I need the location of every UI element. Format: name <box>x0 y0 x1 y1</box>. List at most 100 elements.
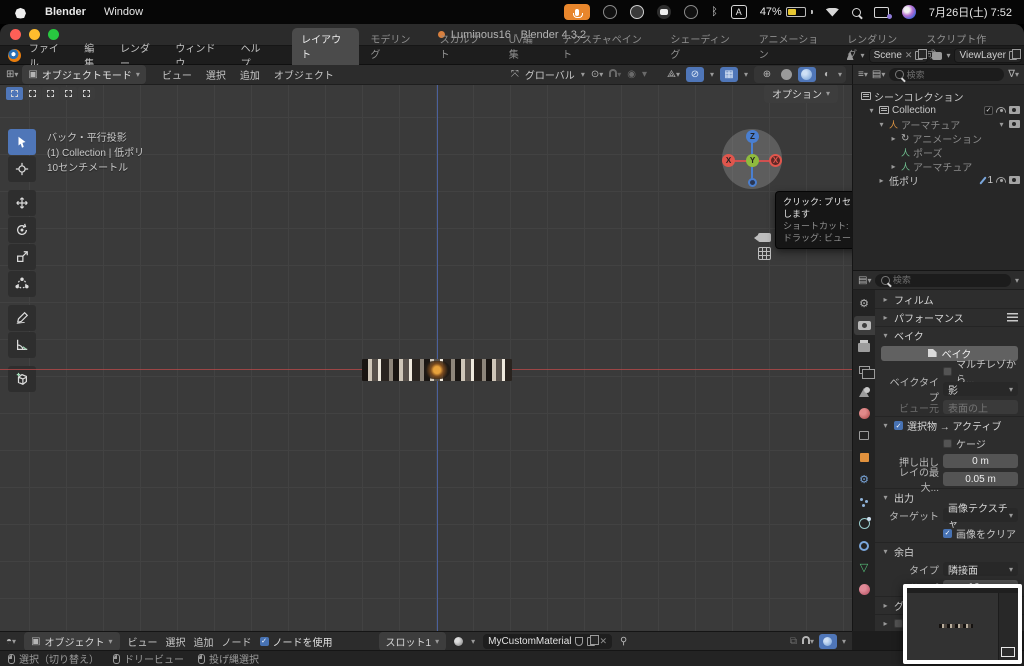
menu-bar-clock[interactable]: 7月26日(土) 7:52 <box>929 4 1012 20</box>
screen-mirroring-icon[interactable] <box>873 6 892 19</box>
shader-menu-node[interactable]: ノード <box>222 634 252 649</box>
selected-to-active-checkbox[interactable]: ✓ <box>894 421 903 430</box>
viewport-menu-object[interactable]: オブジェクト <box>274 67 334 82</box>
pin-icon[interactable]: ⚲ <box>620 636 627 647</box>
outliner-row-pose[interactable]: 人 ポーズ <box>853 145 1024 160</box>
workspace-tab-animation[interactable]: アニメーション <box>750 28 837 65</box>
outliner-row-lowpoly[interactable]: ▸ 低ポリ 1 <box>853 173 1024 188</box>
bluetooth-icon[interactable]: ᛒ <box>711 6 718 18</box>
proportional-editing-icon[interactable]: ◉ <box>627 69 636 80</box>
disable-in-render-icon[interactable] <box>1009 120 1020 128</box>
new-view-layer-icon[interactable] <box>1009 49 1021 60</box>
expand-icon[interactable]: ▸ <box>889 162 898 171</box>
gizmo-neg-x-axis[interactable]: X <box>769 154 782 167</box>
shader-menu-select[interactable]: 選択 <box>166 634 186 649</box>
props-tab-modifiers[interactable]: ⚙ <box>854 470 875 489</box>
gizmo-y-axis[interactable]: Y <box>746 154 759 167</box>
camera-view-icon[interactable] <box>754 233 771 242</box>
margin-type-dropdown[interactable]: 隣接面 ▾ <box>943 562 1018 577</box>
extrusion-slider[interactable]: 0 m <box>943 454 1018 468</box>
editor-type-3dviewport-icon[interactable]: ⊞▾ <box>6 69 18 80</box>
xray-toggle-icon[interactable]: ▦ <box>719 67 738 82</box>
max-ray-slider[interactable]: 0.05 m <box>943 472 1018 486</box>
wheel-tray-icon[interactable] <box>630 5 645 19</box>
outliner-row-collection[interactable]: ▾ Collection ✓ <box>853 103 1024 117</box>
shader-menu-add[interactable]: 追加 <box>194 634 214 649</box>
tool-measure[interactable] <box>8 332 36 358</box>
object-mode-dropdown[interactable]: ▣ オブジェクトモード ▾ <box>22 65 146 84</box>
collapse-icon[interactable]: ▾ <box>867 106 876 115</box>
outliner-search-input[interactable] <box>906 69 999 80</box>
props-tab-material[interactable] <box>854 580 875 599</box>
tool-options-dropdown[interactable]: オプション ▾ <box>763 85 838 103</box>
screen-recording-preview[interactable] <box>903 584 1022 664</box>
spotlight-icon[interactable] <box>851 7 861 17</box>
material-name-field[interactable]: MyCustomMaterial ✕ <box>483 633 613 649</box>
tool-cursor[interactable] <box>8 156 36 182</box>
browse-material-chevron[interactable]: ▾ <box>471 637 475 646</box>
props-tab-physics[interactable] <box>854 514 875 533</box>
shader-menu-view[interactable]: ビュー <box>128 634 158 649</box>
props-tab-scene[interactable] <box>854 382 875 401</box>
overlays-chevron[interactable]: ▾ <box>710 70 714 79</box>
outliner-search[interactable] <box>889 68 1005 81</box>
shading-wireframe-icon[interactable]: ⊕ <box>758 67 776 82</box>
battery-indicator[interactable]: 47% <box>760 6 813 18</box>
multires-checkbox[interactable] <box>943 366 952 376</box>
viewport-menu-add[interactable]: 追加 <box>240 67 260 82</box>
shading-material-preview-icon[interactable] <box>797 67 816 82</box>
outliner-row-scene-collection[interactable]: シーンコレクション <box>853 89 1024 104</box>
view-layer-chevron[interactable]: ▾ <box>946 51 950 60</box>
disable-in-render-icon[interactable] <box>1009 176 1020 184</box>
chevron-down-icon[interactable]: ▾ <box>997 120 1006 129</box>
lowpoly-textured-object[interactable] <box>362 359 512 381</box>
tool-transform[interactable] <box>8 271 36 297</box>
outliner-display-mode-icon[interactable]: ≡▾ <box>858 69 868 80</box>
select-mode-extend-icon[interactable] <box>24 87 41 100</box>
collection-checkbox[interactable]: ✓ <box>984 105 993 115</box>
clear-image-checkbox[interactable]: ✓ <box>943 528 952 538</box>
tool-scale[interactable] <box>8 244 36 270</box>
outliner-row-armature[interactable]: ▾ 人 アーマチュア ▾ <box>853 117 1024 132</box>
select-mode-set-icon[interactable] <box>6 87 23 100</box>
pivot-point-dropdown[interactable]: ⊙▾ <box>591 69 603 80</box>
gizmo-neg-z-axis[interactable] <box>748 178 757 187</box>
macos-app-menu[interactable]: Blender <box>45 6 86 18</box>
chevron-down-icon[interactable]: ▾ <box>581 70 585 79</box>
collapse-icon[interactable]: ▾ <box>877 120 886 129</box>
new-material-icon[interactable] <box>587 634 600 646</box>
properties-search-input[interactable] <box>892 275 1005 285</box>
outliner-filter-icon[interactable]: ∇▾ <box>1008 69 1019 80</box>
input-source-badge[interactable]: A <box>730 5 747 19</box>
navigation-gizmo[interactable]: Z X X Y <box>722 129 782 189</box>
slot-link-icon[interactable]: ⧉ <box>790 636 797 647</box>
scene-selector[interactable]: Scene ✕ <box>868 48 929 63</box>
view-from-dropdown[interactable]: 表面の上 <box>943 400 1018 415</box>
viewport-menu-view[interactable]: ビュー <box>162 67 192 82</box>
outliner-filter-collection-icon[interactable]: ▤▾ <box>872 69 885 80</box>
toggle-ortho-grid-icon[interactable] <box>758 247 771 260</box>
shader-overlay-chevron[interactable]: ▾ <box>842 637 846 646</box>
expand-icon[interactable]: ▸ <box>889 134 898 143</box>
viewport-3d[interactable]: オプション ▾ バック・平行投影 (1) Collection | 低ポリ 10… <box>0 85 852 631</box>
vpn-tray-icon[interactable] <box>684 5 699 19</box>
props-tab-object[interactable] <box>854 448 875 467</box>
obs-tray-icon[interactable] <box>603 5 618 19</box>
new-scene-icon[interactable] <box>915 49 928 60</box>
macos-window-menu[interactable]: Window <box>104 6 143 18</box>
transform-orientation-dropdown[interactable]: グローバル <box>525 67 575 82</box>
tool-annotate[interactable] <box>8 305 36 331</box>
viewport-menu-select[interactable]: 選択 <box>206 67 226 82</box>
shader-snap-icon[interactable] <box>801 635 810 644</box>
editor-type-shader-icon[interactable]: ◓▾ <box>6 636 16 647</box>
unlink-material-icon[interactable]: ✕ <box>599 636 607 647</box>
editor-type-properties-icon[interactable]: ▤▾ <box>858 275 871 286</box>
props-tab-world[interactable] <box>854 404 875 423</box>
props-tab-tool[interactable]: ⚙ <box>854 294 875 313</box>
tool-rotate[interactable] <box>8 217 36 243</box>
microphone-indicator[interactable] <box>564 4 591 20</box>
selected-to-active-header[interactable]: ▾ ✓ 選択物 → アクティブ <box>875 416 1024 434</box>
properties-options-chevron[interactable]: ▾ <box>1015 276 1019 285</box>
line-app-tray-icon[interactable] <box>657 5 672 19</box>
snap-settings-chevron[interactable]: ▾ <box>617 70 621 79</box>
